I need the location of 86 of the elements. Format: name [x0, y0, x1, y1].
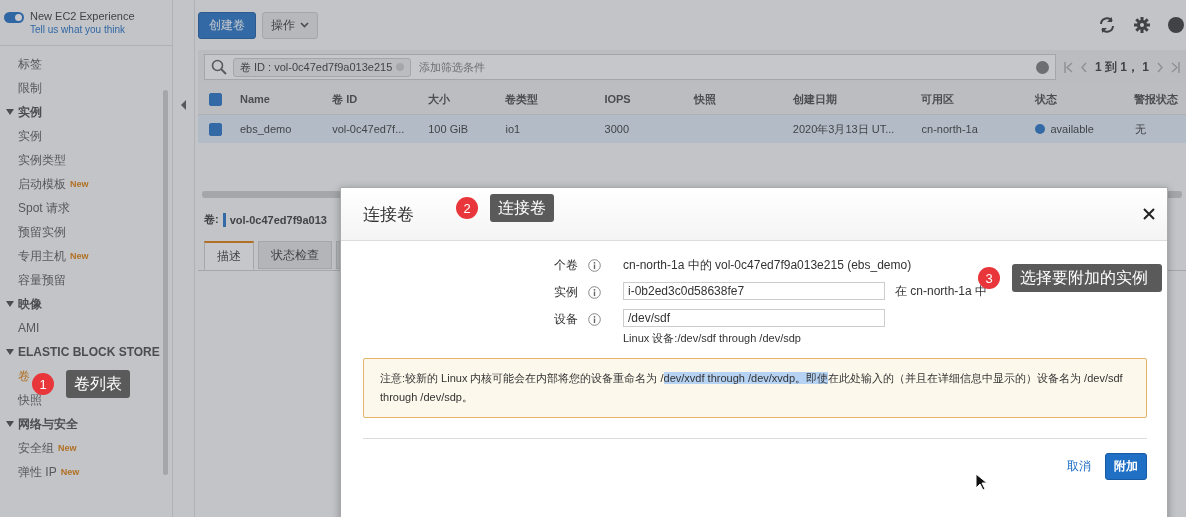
table-cell: vol-0c47ed7f... [332, 123, 405, 135]
sidebar-item[interactable]: 专用主机 [18, 244, 66, 268]
column-header[interactable]: 警报状态 [1126, 91, 1186, 107]
sidebar-section-header[interactable]: 实例 [18, 103, 42, 121]
column-header[interactable]: IOPS [596, 93, 686, 105]
close-icon[interactable] [1143, 208, 1155, 220]
sidebar-item[interactable]: 弹性 IP [18, 460, 57, 484]
cursor-icon [975, 473, 987, 491]
device-hint: Linux 设备:/dev/sdf through /dev/sdp [623, 331, 802, 346]
sidebar-section-header[interactable]: 网络与安全 [18, 415, 78, 433]
filter-input[interactable]: 添加筛选条件 [417, 60, 1030, 74]
step-number-badge: 1 [32, 373, 54, 395]
callout-tooltip: 卷列表 [66, 370, 130, 398]
column-header[interactable]: 卷 ID [324, 91, 421, 107]
search-icon [211, 59, 227, 75]
toggle-switch[interactable] [4, 12, 24, 23]
table-cell: 2020年3月13日 UT... [792, 121, 895, 137]
create-volume-button[interactable]: 创建卷 [198, 11, 256, 39]
volume-label: 卷: [204, 212, 219, 227]
info-icon[interactable] [588, 258, 601, 272]
sidebar-item[interactable]: Spot 请求 [18, 196, 71, 220]
column-header[interactable]: 状态 [1027, 91, 1126, 107]
new-label: New [70, 178, 89, 191]
sidebar-section-header[interactable]: ELASTIC BLOCK STORE [18, 345, 160, 359]
settings-icon[interactable] [1134, 17, 1150, 33]
table-cell: cn-north-1a [921, 123, 978, 135]
input-field[interactable]: /dev/sdf [623, 309, 885, 327]
table-cell: io1 [505, 123, 521, 135]
volume-id: vol-0c47ed7f9a013 [229, 213, 327, 226]
column-header[interactable]: 可用区 [913, 91, 1027, 107]
sidebar-item[interactable]: 标签 [0, 52, 172, 76]
table-cell: 100 GiB [428, 123, 468, 135]
sidebar-item[interactable]: 安全组 [18, 436, 54, 460]
sidebar-item[interactable]: 卷 [18, 364, 30, 388]
filter-token[interactable]: 卷 ID : vol-0c47ed7f9a013e215 [233, 57, 412, 77]
column-header[interactable]: 大小 [420, 91, 498, 107]
select-all-checkbox[interactable] [208, 92, 222, 106]
table-cell: available [1050, 123, 1094, 135]
field-label: 个卷 [554, 256, 578, 274]
field-label: 实例 [554, 283, 578, 301]
sidebar-item[interactable]: 容量预留 [18, 268, 66, 292]
pagination-label: 1 到 1， 1 [1094, 58, 1149, 76]
table-cell: 无 [1134, 121, 1146, 137]
refresh-icon[interactable] [1098, 16, 1116, 34]
tab[interactable]: 状态检查 [258, 241, 332, 269]
caret-icon [300, 22, 309, 28]
input-field[interactable]: i-0b2ed3c0d58638fe7 [623, 282, 885, 300]
status-dot-icon [1035, 124, 1046, 134]
caret-icon [181, 100, 186, 110]
callout-tooltip: 连接卷 [490, 194, 554, 222]
field-label: 设备 [554, 310, 578, 328]
column-header[interactable]: 快照 [685, 91, 785, 107]
note-text: 注意:较新的 Linux 内核可能会在内部将您的设备重命名为 /dev/xvdf through /dev/xvdp。即使在此处输入的（并且在详细信息中显示的）设备名为 /dev/sdf through /dev/sdp。 [380, 371, 1124, 405]
info-icon[interactable] [588, 312, 601, 326]
sidebar-item[interactable]: AMI [18, 316, 40, 340]
attach-button[interactable]: 附加 [1105, 453, 1147, 480]
sidebar-item[interactable]: 启动模板 [18, 172, 66, 196]
callout-tooltip: 选择要附加的实例 [1012, 264, 1162, 292]
tab[interactable]: 描述 [204, 241, 254, 270]
info-icon[interactable] [588, 285, 601, 299]
new-label: New [58, 442, 77, 455]
expand-triangle-icon[interactable] [6, 349, 14, 355]
table-cell: 3000 [604, 123, 630, 135]
cancel-link[interactable]: 取消 [1067, 458, 1091, 475]
scrollbar[interactable] [163, 90, 168, 475]
table-cell: ebs_demo [240, 123, 292, 135]
new-label: New [60, 466, 80, 479]
column-header[interactable]: 卷类型 [497, 91, 597, 107]
expand-triangle-icon[interactable] [6, 421, 14, 427]
sidebar-section-header[interactable]: 映像 [18, 295, 42, 313]
feedback-link[interactable]: Tell us what you think [30, 24, 135, 35]
new-label: New [70, 250, 89, 263]
sidebar-item[interactable]: 实例类型 [18, 148, 66, 172]
experience-label: New EC2 Experience [30, 10, 135, 22]
dialog-title: 连接卷 [363, 203, 414, 226]
sidebar-item[interactable]: 实例 [18, 124, 42, 148]
expand-triangle-icon[interactable] [6, 301, 14, 307]
column-header[interactable]: 创建日期 [784, 91, 914, 107]
expand-triangle-icon[interactable] [6, 109, 14, 115]
column-header[interactable]: Name [232, 93, 325, 105]
filter-field[interactable]: 卷 ID : vol-0c47ed7f9a013e215 添加筛选条件 [204, 54, 1056, 80]
volume-description: cn-north-1a 中的 vol-0c47ed7f9a013e215 (ebs_demo) [623, 257, 912, 274]
sidebar-item[interactable]: 预留实例 [18, 220, 66, 244]
actions-dropdown[interactable]: 操作 [262, 11, 318, 39]
sidebar-item[interactable]: 限制 [0, 76, 172, 100]
row-checkbox[interactable] [208, 122, 222, 136]
